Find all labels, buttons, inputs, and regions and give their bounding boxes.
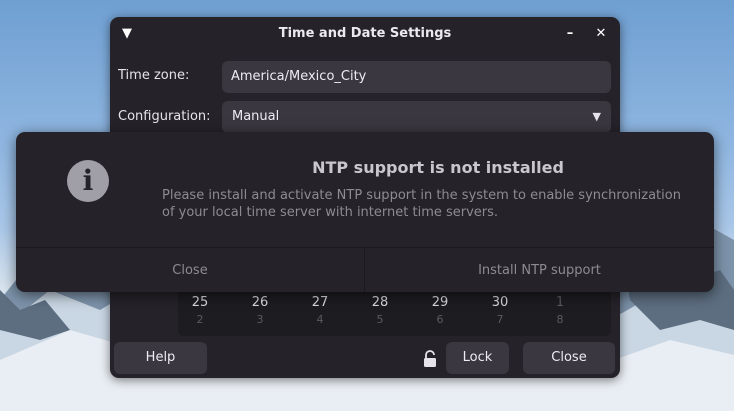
calendar-week-number: 8 [556, 313, 564, 326]
help-button[interactable]: Help [114, 342, 207, 374]
calendar-day[interactable]: 30 [480, 295, 520, 310]
chevron-down-icon: ▼ [592, 110, 601, 123]
calendar-day[interactable]: 27 [300, 295, 340, 310]
close-button[interactable]: Close [523, 342, 615, 374]
configuration-value: Manual [232, 109, 280, 124]
dialog-button-bar: Close Install NTP support [16, 247, 714, 292]
calendar-grid: 25 26 27 28 29 30 1 2 3 4 5 6 7 8 [178, 287, 611, 336]
timezone-label: Time zone: [118, 68, 190, 83]
configuration-dropdown[interactable]: Manual ▼ [222, 101, 611, 133]
close-icon[interactable]: ✕ [592, 25, 610, 43]
calendar-week-number: 6 [436, 313, 444, 326]
calendar-day[interactable]: 25 [180, 295, 220, 310]
calendar-day[interactable]: 29 [420, 295, 460, 310]
calendar-day[interactable]: 28 [360, 295, 400, 310]
ntp-not-installed-dialog: i NTP support is not installed Please in… [16, 132, 714, 292]
window-title: Time and Date Settings [278, 26, 452, 41]
titlebar: ▼ Time and Date Settings – ✕ [110, 17, 620, 52]
install-ntp-button[interactable]: Install NTP support [365, 248, 714, 292]
timezone-field[interactable]: America/Mexico_City [222, 61, 611, 93]
calendar-week-number: 3 [256, 313, 264, 326]
calendar-day[interactable]: 1 [540, 295, 580, 310]
calendar-week-number: 4 [316, 313, 324, 326]
minimize-icon[interactable]: – [561, 25, 579, 43]
dialog-close-button[interactable]: Close [16, 248, 364, 292]
dialog-message: Please install and activate NTP support … [162, 188, 681, 220]
timezone-value: America/Mexico_City [231, 69, 367, 84]
unlocked-padlock-icon[interactable] [423, 350, 437, 368]
calendar-week-number: 7 [496, 313, 504, 326]
lock-button[interactable]: Lock [446, 342, 509, 374]
calendar-day[interactable]: 26 [240, 295, 280, 310]
dialog-title: NTP support is not installed [312, 158, 564, 177]
calendar-week-number: 5 [376, 313, 384, 326]
configuration-label: Configuration: [118, 109, 211, 124]
calendar-week-number: 2 [196, 313, 204, 326]
info-icon: i [67, 160, 109, 202]
